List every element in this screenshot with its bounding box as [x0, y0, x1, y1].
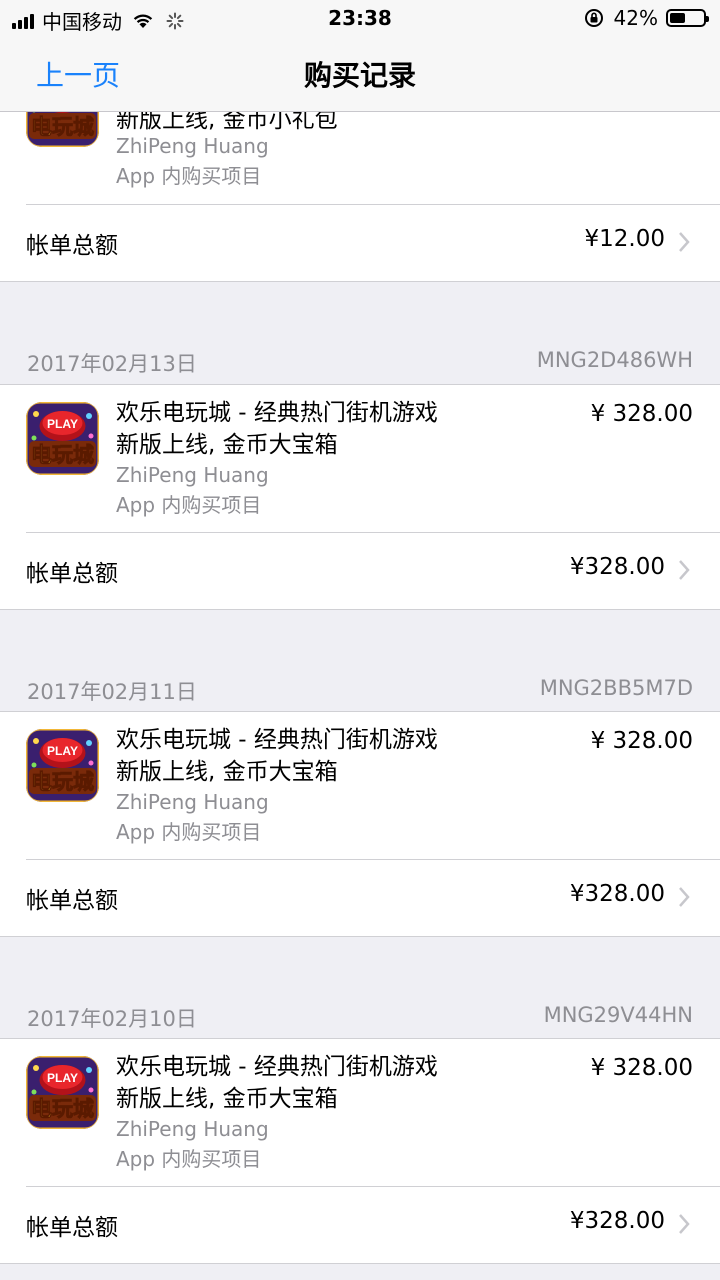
app-icon: PLAY 电玩城: [26, 402, 99, 475]
item-developer: ZhiPeng Huang: [116, 1117, 269, 1141]
item-kind: App 内购买项目: [116, 164, 262, 188]
item-kind: App 内购买项目: [116, 820, 262, 844]
purchase-block: PLAY 电玩城 欢乐电玩城 - 经典热门街机游戏 新版上线, 金币大宝箱 Zhi…: [0, 711, 720, 937]
item-title-line1: 欢乐电玩城 - 经典热门街机游戏: [116, 1054, 438, 1080]
purchase-block-partial: PLAY电玩城 新版上线, 金币小礼包 ZhiPeng Huang App 内购…: [0, 74, 720, 282]
purchase-item[interactable]: PLAY 电玩城 欢乐电玩城 - 经典热门街机游戏 新版上线, 金币大宝箱 Zhi…: [0, 1039, 720, 1186]
purchase-date: 2017年02月13日: [27, 352, 197, 376]
item-title-line2: 新版上线, 金币大宝箱: [116, 1086, 338, 1112]
item-developer: ZhiPeng Huang: [116, 134, 269, 158]
bill-total-amount: ¥328.00: [569, 1208, 665, 1234]
purchase-item[interactable]: PLAY 电玩城 欢乐电玩城 - 经典热门街机游戏 新版上线, 金币大宝箱 Zhi…: [0, 712, 720, 859]
purchase-block: PLAY 电玩城 欢乐电玩城 - 经典热门街机游戏 新版上线, 金币大宝箱 Zhi…: [0, 384, 720, 610]
purchase-date: 2017年02月11日: [27, 680, 197, 704]
item-developer: ZhiPeng Huang: [116, 463, 269, 487]
item-kind: App 内购买项目: [116, 493, 262, 517]
bill-total-label: 帐单总额: [26, 888, 118, 914]
purchase-block: PLAY 电玩城 欢乐电玩城 - 经典热门街机游戏 新版上线, 金币大宝箱 Zhi…: [0, 1038, 720, 1264]
chevron-right-icon: [679, 232, 690, 252]
item-title: 欢乐电玩城 - 经典热门街机游戏 新版上线, 金币大宝箱: [116, 724, 438, 788]
item-title-line1: 欢乐电玩城 - 经典热门街机游戏: [116, 727, 438, 753]
bill-total-label: 帐单总额: [26, 1215, 118, 1241]
item-title-line1: 欢乐电玩城 - 经典热门街机游戏: [116, 400, 438, 426]
svg-text:电玩城: 电玩城: [31, 770, 94, 794]
bill-total-row[interactable]: 帐单总额 ¥328.00: [0, 859, 720, 936]
chevron-right-icon: [679, 887, 690, 907]
item-developer: ZhiPeng Huang: [116, 790, 269, 814]
item-kind: App 内购买项目: [116, 1147, 262, 1171]
order-id: MNG29V44HN: [543, 1003, 693, 1027]
order-id: MNG2BB5M7D: [539, 676, 693, 700]
item-title: 欢乐电玩城 - 经典热门街机游戏 新版上线, 金币大宝箱: [116, 1051, 438, 1115]
purchase-item[interactable]: PLAY 电玩城 欢乐电玩城 - 经典热门街机游戏 新版上线, 金币大宝箱 Zhi…: [0, 385, 720, 532]
svg-text:PLAY: PLAY: [47, 744, 78, 758]
bill-total-row[interactable]: 帐单总额 ¥12.00: [0, 204, 720, 281]
item-price: ¥ 328.00: [590, 728, 693, 754]
svg-text:PLAY: PLAY: [47, 1071, 78, 1085]
app-icon: PLAY 电玩城: [26, 1056, 99, 1129]
svg-text:电玩城: 电玩城: [31, 1097, 94, 1121]
order-id: MNG2D486WH: [536, 348, 693, 372]
bill-total-label: 帐单总额: [26, 233, 118, 259]
item-title: 欢乐电玩城 - 经典热门街机游戏 新版上线, 金币大宝箱: [116, 397, 438, 461]
item-price: ¥ 328.00: [590, 1055, 693, 1081]
purchase-item[interactable]: PLAY电玩城 新版上线, 金币小礼包 ZhiPeng Huang App 内购…: [0, 74, 720, 204]
bill-total-label: 帐单总额: [26, 561, 118, 587]
svg-text:电玩城: 电玩城: [31, 443, 94, 467]
bill-total-amount: ¥12.00: [584, 226, 665, 252]
app-icon: PLAY 电玩城: [26, 729, 99, 802]
chevron-right-icon: [679, 560, 690, 580]
bill-total-amount: ¥328.00: [569, 881, 665, 907]
purchase-date: 2017年02月10日: [27, 1007, 197, 1031]
page-title: 购买记录: [303, 59, 416, 92]
bill-total-row[interactable]: 帐单总额 ¥328.00: [0, 532, 720, 609]
navigation-bar: 上一页 购买记录: [0, 38, 720, 112]
item-price: ¥ 328.00: [590, 401, 693, 427]
purchase-history-list[interactable]: PLAY电玩城 新版上线, 金币小礼包 ZhiPeng Huang App 内购…: [0, 0, 720, 1280]
chevron-right-icon: [679, 1214, 690, 1234]
bill-total-amount: ¥328.00: [569, 554, 665, 580]
svg-text:PLAY: PLAY: [47, 417, 78, 431]
svg-text:电玩城: 电玩城: [31, 115, 94, 139]
bill-total-row[interactable]: 帐单总额 ¥328.00: [0, 1186, 720, 1263]
item-title-line2: 新版上线, 金币大宝箱: [116, 759, 338, 785]
item-title-line2: 新版上线, 金币大宝箱: [116, 432, 338, 458]
